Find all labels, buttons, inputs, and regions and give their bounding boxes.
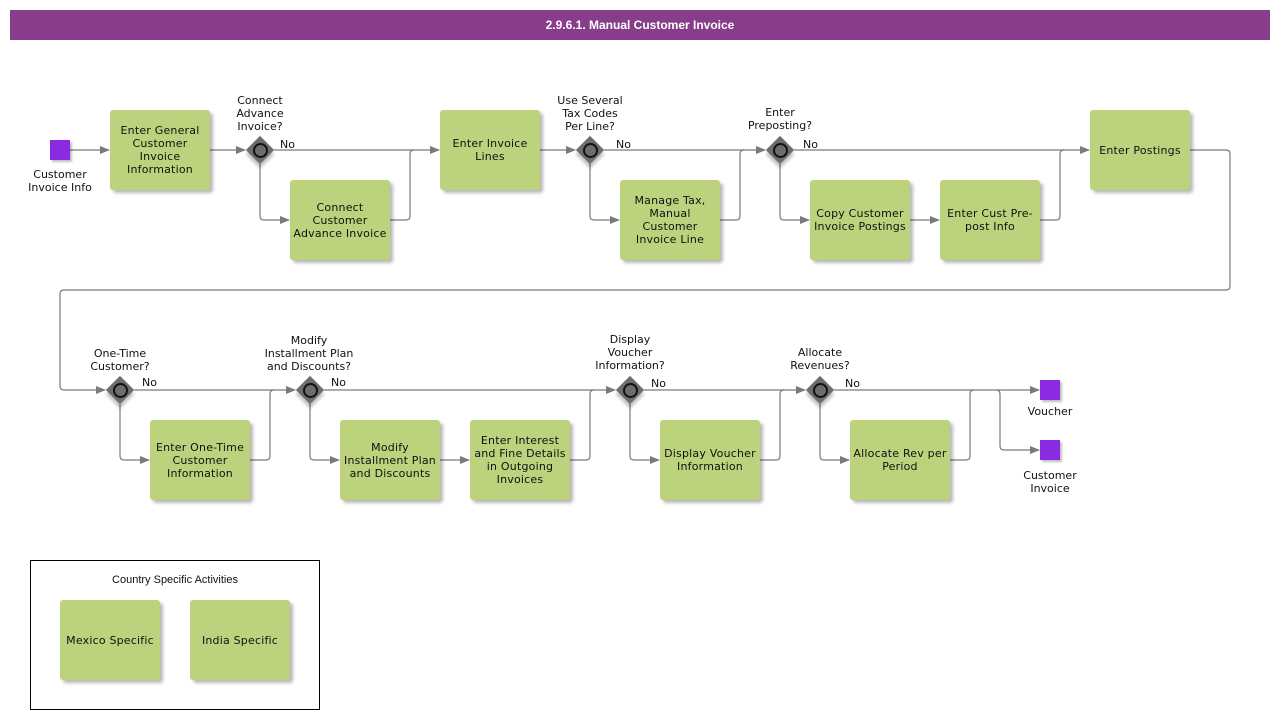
- gateway-no-label: No: [331, 376, 346, 389]
- gateway-modify-installment-plan[interactable]: [295, 375, 325, 405]
- task-enter-general-customer-invoice-information[interactable]: Enter General Customer Invoice Informati…: [110, 110, 210, 190]
- task-connect-customer-advance-invoice[interactable]: Connect Customer Advance Invoice: [290, 180, 390, 260]
- legend-item-india-specific[interactable]: India Specific: [190, 600, 290, 680]
- task-enter-interest-fine-details[interactable]: Enter Interest and Fine Details in Outgo…: [470, 420, 570, 500]
- gateway-no-label: No: [142, 376, 157, 389]
- task-label: Enter Postings: [1099, 143, 1181, 157]
- task-manage-tax[interactable]: Manage Tax, Manual Customer Invoice Line: [620, 180, 720, 260]
- gateway-question: Modify Installment Plan and Discounts?: [264, 334, 354, 373]
- gateway-no-label: No: [616, 138, 631, 151]
- task-label: Enter General Customer Invoice Informati…: [120, 124, 200, 176]
- flow-interest-out: [570, 389, 595, 461]
- task-label: Enter Invoice Lines: [452, 137, 528, 163]
- flow-prepost-out: [1040, 149, 1065, 221]
- gateway-no-label: No: [803, 138, 818, 151]
- flow-g1-yes: [259, 164, 290, 224]
- task-label: Manage Tax, Manual Customer Invoice Line: [634, 194, 706, 246]
- flow-g2-yes: [589, 164, 620, 224]
- task-copy-customer-invoice-postings[interactable]: Copy Customer Invoice Postings: [810, 180, 910, 260]
- flow-allocate-out: [950, 389, 975, 461]
- task-enter-postings[interactable]: Enter Postings: [1090, 110, 1190, 190]
- task-label: Modify Installment Plan and Discounts: [344, 440, 436, 480]
- flow-one-time-out: [250, 389, 275, 461]
- task-label: Display Voucher Information: [664, 447, 756, 473]
- gateway-ring-icon: [583, 143, 598, 158]
- start-event[interactable]: [50, 140, 70, 160]
- gateway-ring-icon: [813, 383, 828, 398]
- legend-title: Country Specific Activities: [112, 574, 238, 586]
- flow-g4-yes: [119, 404, 150, 464]
- task-display-voucher-information[interactable]: Display Voucher Information: [660, 420, 760, 500]
- gateway-connect-advance-invoice[interactable]: [245, 135, 275, 165]
- flow-display-out: [760, 389, 785, 461]
- end-event-customer-invoice[interactable]: [1040, 440, 1060, 460]
- legend-item-label: India Specific: [201, 633, 279, 647]
- start-event-label: Customer Invoice Info: [28, 168, 92, 194]
- legend-item-label: Mexico Specific: [66, 633, 154, 647]
- end-event-voucher-label: Voucher: [1027, 405, 1073, 418]
- gateway-one-time-customer[interactable]: [105, 375, 135, 405]
- gateway-question: Enter Preposting?: [747, 106, 813, 132]
- legend-country-specific-activities: Country Specific Activities Mexico Speci…: [30, 560, 320, 710]
- flow-manage-tax-out: [720, 149, 745, 221]
- flow-g6-yes: [629, 404, 660, 464]
- gateway-enter-preposting[interactable]: [765, 135, 795, 165]
- gateway-allocate-revenues[interactable]: [805, 375, 835, 405]
- gateway-ring-icon: [303, 383, 318, 398]
- gateway-ring-icon: [113, 383, 128, 398]
- task-allocate-rev-per-period[interactable]: Allocate Rev per Period: [850, 420, 950, 500]
- gateway-ring-icon: [253, 143, 268, 158]
- gateway-question: Allocate Revenues?: [790, 346, 850, 372]
- end-event-customer-invoice-label: Customer Invoice: [1023, 469, 1077, 495]
- gateway-no-label: No: [280, 138, 295, 151]
- gateway-use-several-tax-codes[interactable]: [575, 135, 605, 165]
- task-enter-invoice-lines[interactable]: Enter Invoice Lines: [440, 110, 540, 190]
- flow-g5-yes: [309, 404, 340, 464]
- flow-connect-advance-out: [390, 149, 415, 221]
- gateway-question: One-Time Customer?: [90, 347, 150, 373]
- gateway-question: Use Several Tax Codes Per Line?: [557, 94, 623, 133]
- task-label: Enter One-Time Customer Information: [155, 440, 245, 480]
- task-enter-one-time-customer-information[interactable]: Enter One-Time Customer Information: [150, 420, 250, 500]
- gateway-ring-icon: [623, 383, 638, 398]
- flow-g3-yes: [779, 164, 810, 224]
- task-label: Allocate Rev per Period: [853, 447, 947, 473]
- gateway-ring-icon: [773, 143, 788, 158]
- legend-item-mexico-specific[interactable]: Mexico Specific: [60, 600, 160, 680]
- gateway-no-label: No: [845, 377, 860, 390]
- task-label: Connect Customer Advance Invoice: [293, 200, 387, 240]
- task-enter-cust-prepost-info[interactable]: Enter Cust Pre- post Info: [940, 180, 1040, 260]
- task-label: Copy Customer Invoice Postings: [814, 207, 906, 233]
- flow-to-customer-invoice: [995, 389, 1040, 454]
- gateway-display-voucher-information[interactable]: [615, 375, 645, 405]
- end-event-voucher[interactable]: [1040, 380, 1060, 400]
- flow-g7-yes: [819, 404, 850, 464]
- task-label: Enter Interest and Fine Details in Outgo…: [474, 434, 566, 486]
- task-modify-installment-plan[interactable]: Modify Installment Plan and Discounts: [340, 420, 440, 500]
- gateway-question: Display Voucher Information?: [595, 333, 665, 372]
- gateway-question: Connect Advance Invoice?: [236, 94, 284, 133]
- gateway-no-label: No: [651, 377, 666, 390]
- task-label: Enter Cust Pre- post Info: [947, 207, 1033, 233]
